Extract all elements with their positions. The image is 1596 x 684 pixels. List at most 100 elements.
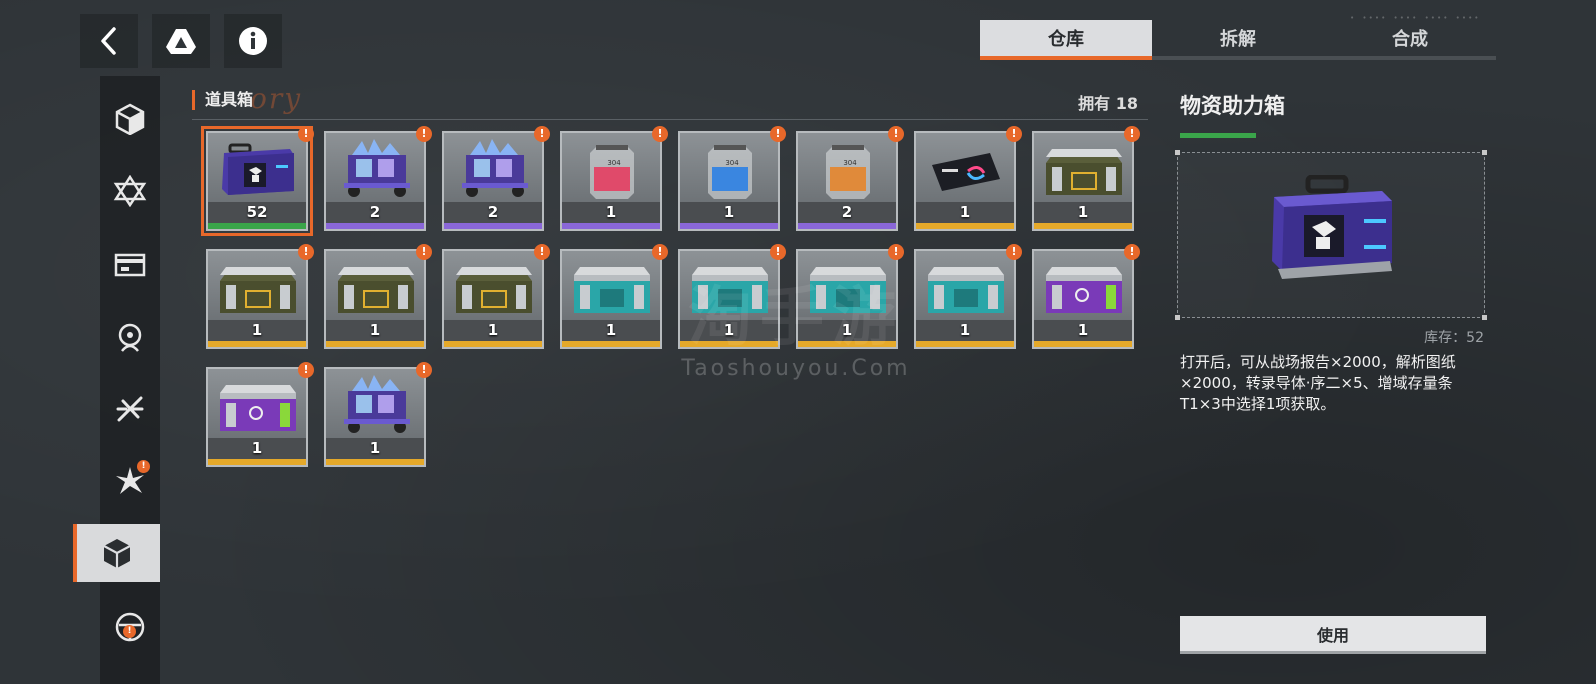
- supply-box-image: [1272, 175, 1392, 279]
- new-alert-icon: !: [416, 362, 432, 378]
- back-icon: [101, 27, 116, 55]
- alert-badge: !: [137, 460, 150, 473]
- svg-text:304: 304: [725, 159, 739, 167]
- inventory-item[interactable]: 304 1!: [678, 126, 786, 231]
- blade-icon: [116, 396, 144, 422]
- item-image: [574, 267, 650, 313]
- new-alert-icon: !: [652, 244, 668, 260]
- new-alert-icon: !: [1124, 244, 1140, 260]
- drive-button[interactable]: [152, 14, 210, 68]
- svg-text:304: 304: [607, 159, 621, 167]
- frame-corner: [1175, 150, 1180, 155]
- rarity-strip: [444, 341, 542, 347]
- top-bar: [80, 14, 282, 68]
- inventory-item[interactable]: 1!: [442, 244, 550, 349]
- item-image: 304: [826, 145, 870, 199]
- inventory-item[interactable]: 2!: [442, 126, 550, 231]
- new-alert-icon: !: [652, 126, 668, 142]
- detail-title: 物资助力箱: [1180, 94, 1285, 118]
- rail-item-star[interactable]: [100, 162, 160, 220]
- item-quantity: 2: [369, 203, 381, 221]
- rarity-strip: [208, 341, 306, 347]
- item-image: [220, 385, 296, 431]
- rarity-strip: [916, 341, 1014, 347]
- rail-item-card[interactable]: [100, 236, 160, 294]
- rarity-strip: [208, 223, 306, 229]
- item-quantity: 1: [369, 439, 381, 457]
- rarity-strip: [326, 459, 424, 465]
- rail-item-wheel[interactable]: !: [100, 598, 160, 656]
- inventory-item[interactable]: 1!: [1032, 244, 1140, 349]
- rail-item-box[interactable]: [73, 524, 160, 582]
- item-image: 304: [590, 145, 634, 199]
- item-quantity: 1: [1077, 203, 1089, 221]
- rarity-strip: [208, 459, 306, 465]
- new-alert-icon: !: [1006, 244, 1022, 260]
- tab-synthesize[interactable]: 合成: [1324, 20, 1496, 60]
- rarity-strip: [326, 223, 424, 229]
- rarity-strip: [1034, 223, 1132, 229]
- title-decoration: ory: [250, 82, 303, 115]
- inventory-item[interactable]: 1!: [206, 244, 314, 349]
- new-alert-icon: !: [534, 126, 550, 142]
- rarity-strip: [916, 223, 1014, 229]
- card-icon: [114, 253, 146, 277]
- item-quantity: 1: [369, 321, 381, 339]
- tab-warehouse[interactable]: 仓库: [980, 20, 1152, 60]
- new-alert-icon: !: [416, 126, 432, 142]
- cube-icon: [115, 103, 145, 135]
- back-button[interactable]: [80, 14, 138, 68]
- frame-corner: [1482, 150, 1487, 155]
- left-nav-rail: ! !: [73, 76, 160, 684]
- inventory-item[interactable]: 304 1!: [560, 126, 668, 231]
- rarity-strip: [1034, 341, 1132, 347]
- list-header: ory 道具箱 拥有 18: [192, 82, 1148, 120]
- info-button[interactable]: [224, 14, 282, 68]
- inventory-item[interactable]: 1!: [324, 362, 432, 467]
- item-image: [692, 267, 768, 313]
- rail-item-cube[interactable]: [100, 90, 160, 148]
- item-quantity: 2: [841, 203, 853, 221]
- frame-corner: [1482, 315, 1487, 320]
- new-alert-icon: !: [298, 126, 314, 142]
- svg-text:304: 304: [843, 159, 857, 167]
- inventory-item[interactable]: 1!: [796, 244, 904, 349]
- list-title: 道具箱: [192, 90, 253, 110]
- rarity-strip: [562, 223, 660, 229]
- item-image: [344, 375, 410, 433]
- rarity-strip: [798, 223, 896, 229]
- inventory-item[interactable]: 1!: [678, 244, 786, 349]
- rarity-strip: [680, 223, 778, 229]
- new-alert-icon: !: [888, 126, 904, 142]
- stock-count: 库存：52: [1424, 330, 1484, 346]
- item-image: [928, 267, 1004, 313]
- rail-item-blade[interactable]: [100, 380, 160, 438]
- rarity-bar: [1180, 133, 1256, 138]
- alert-badge: !: [123, 625, 136, 638]
- item-image: [344, 139, 410, 197]
- use-button[interactable]: 使用: [1180, 616, 1486, 654]
- inventory-item[interactable]: 304 2!: [796, 126, 904, 231]
- item-quantity: 1: [251, 321, 263, 339]
- frame-corner: [1175, 315, 1180, 320]
- inventory-item[interactable]: 1!: [914, 244, 1022, 349]
- rail-item-target[interactable]: [100, 308, 160, 366]
- inventory-item[interactable]: 1!: [560, 244, 668, 349]
- inventory-item[interactable]: 1!: [324, 244, 432, 349]
- inventory-item[interactable]: 1!: [1032, 126, 1140, 231]
- item-quantity: 1: [1077, 321, 1089, 339]
- item-quantity: 1: [841, 321, 853, 339]
- new-alert-icon: !: [298, 244, 314, 260]
- inventory-item[interactable]: 2!: [324, 126, 432, 231]
- inventory-item[interactable]: 1!: [914, 126, 1022, 231]
- inventory-item[interactable]: 1!: [206, 362, 314, 467]
- rarity-strip: [680, 341, 778, 347]
- new-alert-icon: !: [1124, 126, 1140, 142]
- rail-item-burst[interactable]: !: [100, 452, 160, 510]
- item-quantity: 1: [487, 321, 499, 339]
- item-image: [932, 153, 1000, 191]
- inventory-item[interactable]: 52!: [201, 126, 314, 236]
- item-image: [1046, 149, 1122, 195]
- tab-dismantle[interactable]: 拆解: [1152, 20, 1324, 60]
- watermark-en: Taoshouyou.Com: [681, 356, 911, 381]
